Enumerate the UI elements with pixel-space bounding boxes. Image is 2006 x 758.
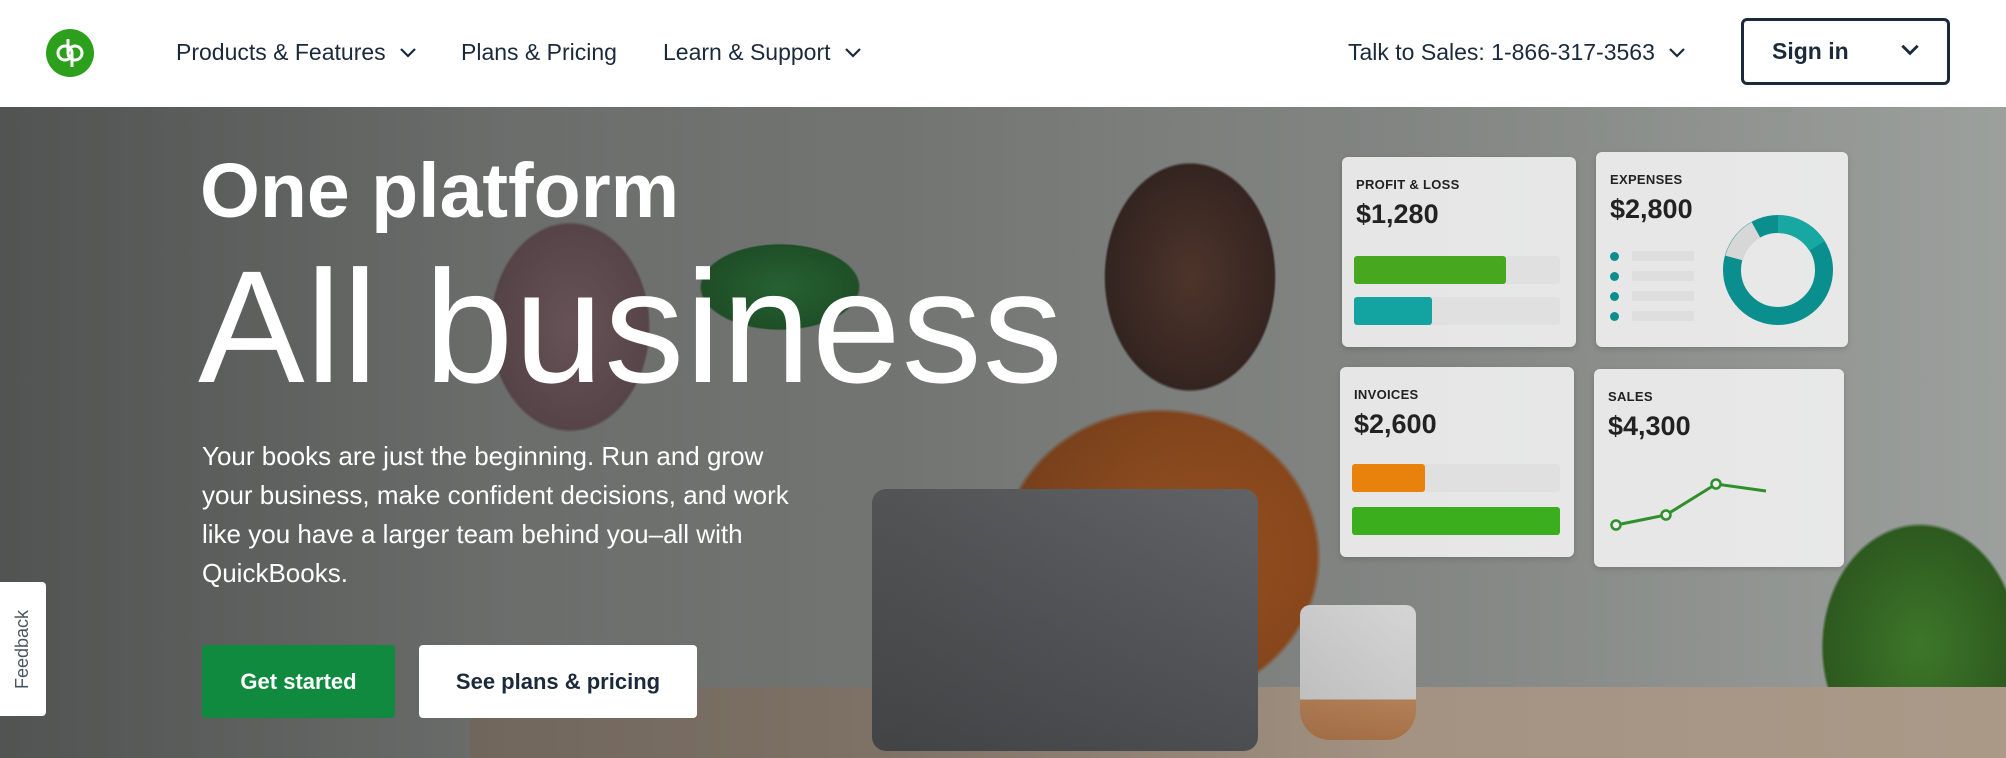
sales-value: $4,300 — [1608, 411, 1691, 441]
expenses-label: EXPENSES — [1610, 172, 1683, 187]
legend-dot-icon — [1610, 251, 1619, 261]
legend-dot-icon — [1610, 291, 1619, 301]
quickbooks-logo[interactable] — [46, 29, 94, 77]
feedback-tab[interactable]: Feedback — [0, 582, 46, 716]
hero-title: All business — [198, 237, 1064, 416]
hero-subtitle: One platform — [200, 148, 680, 234]
chevron-down-icon — [1899, 38, 1921, 66]
quickbooks-logo-icon — [56, 39, 84, 67]
profit-loss-bar-1 — [1354, 256, 1560, 284]
profit-loss-bar-2-fill — [1354, 297, 1433, 325]
profit-loss-bar-2 — [1354, 297, 1560, 325]
legend-dot-icon — [1610, 271, 1619, 281]
chevron-down-icon — [398, 42, 418, 62]
nav-learn-support[interactable]: Learn & Support — [663, 34, 863, 70]
sign-in-button[interactable]: Sign in — [1741, 18, 1950, 85]
invoices-bar-1-fill — [1352, 464, 1425, 492]
nav-products-features[interactable]: Products & Features — [176, 34, 418, 70]
nav-products-features-label: Products & Features — [176, 38, 386, 65]
sales-card: SALES $4,300 — [1594, 369, 1844, 567]
expenses-donut-chart — [1723, 215, 1833, 325]
profit-loss-card: PROFIT & LOSS $1,280 — [1342, 157, 1576, 347]
invoices-card: INVOICES $2,600 — [1340, 367, 1574, 557]
hero-section: One platform All business Your books are… — [0, 107, 2006, 758]
chevron-down-icon — [1667, 42, 1687, 62]
nav-learn-support-label: Learn & Support — [663, 38, 831, 65]
talk-to-sales[interactable]: Talk to Sales: 1-866-317-3563 — [1348, 34, 1687, 70]
invoices-bar-2-fill — [1352, 507, 1560, 535]
invoices-label: INVOICES — [1354, 387, 1419, 402]
invoices-bar-1 — [1352, 464, 1560, 492]
expenses-legend-row — [1610, 311, 1694, 321]
expenses-card: EXPENSES $2,800 — [1596, 152, 1848, 347]
feedback-label: Feedback — [12, 609, 33, 689]
site-header: Products & Features Plans & Pricing Lear… — [0, 0, 2006, 107]
expenses-legend-row — [1610, 291, 1694, 301]
sign-in-label: Sign in — [1772, 38, 1849, 64]
profit-loss-bar-1-fill — [1354, 256, 1507, 284]
sales-line-chart — [1610, 478, 1767, 531]
invoices-value: $2,600 — [1354, 409, 1437, 439]
profit-loss-value: $1,280 — [1356, 199, 1439, 229]
see-plans-pricing-button[interactable]: See plans & pricing — [419, 645, 697, 718]
nav-plans-pricing[interactable]: Plans & Pricing — [461, 34, 617, 70]
nav-plans-pricing-label: Plans & Pricing — [461, 38, 617, 65]
expenses-legend-row — [1610, 271, 1694, 281]
invoices-bar-2 — [1352, 507, 1560, 535]
profit-loss-label: PROFIT & LOSS — [1356, 177, 1460, 192]
talk-to-sales-label: Talk to Sales: 1-866-317-3563 — [1348, 38, 1655, 65]
get-started-button[interactable]: Get started — [202, 645, 395, 718]
chevron-down-icon — [843, 42, 863, 62]
expenses-legend-row — [1610, 251, 1694, 261]
sales-label: SALES — [1608, 389, 1653, 404]
hero-description: Your books are just the beginning. Run a… — [202, 441, 789, 588]
legend-dot-icon — [1610, 311, 1619, 321]
expenses-value: $2,800 — [1610, 194, 1693, 224]
